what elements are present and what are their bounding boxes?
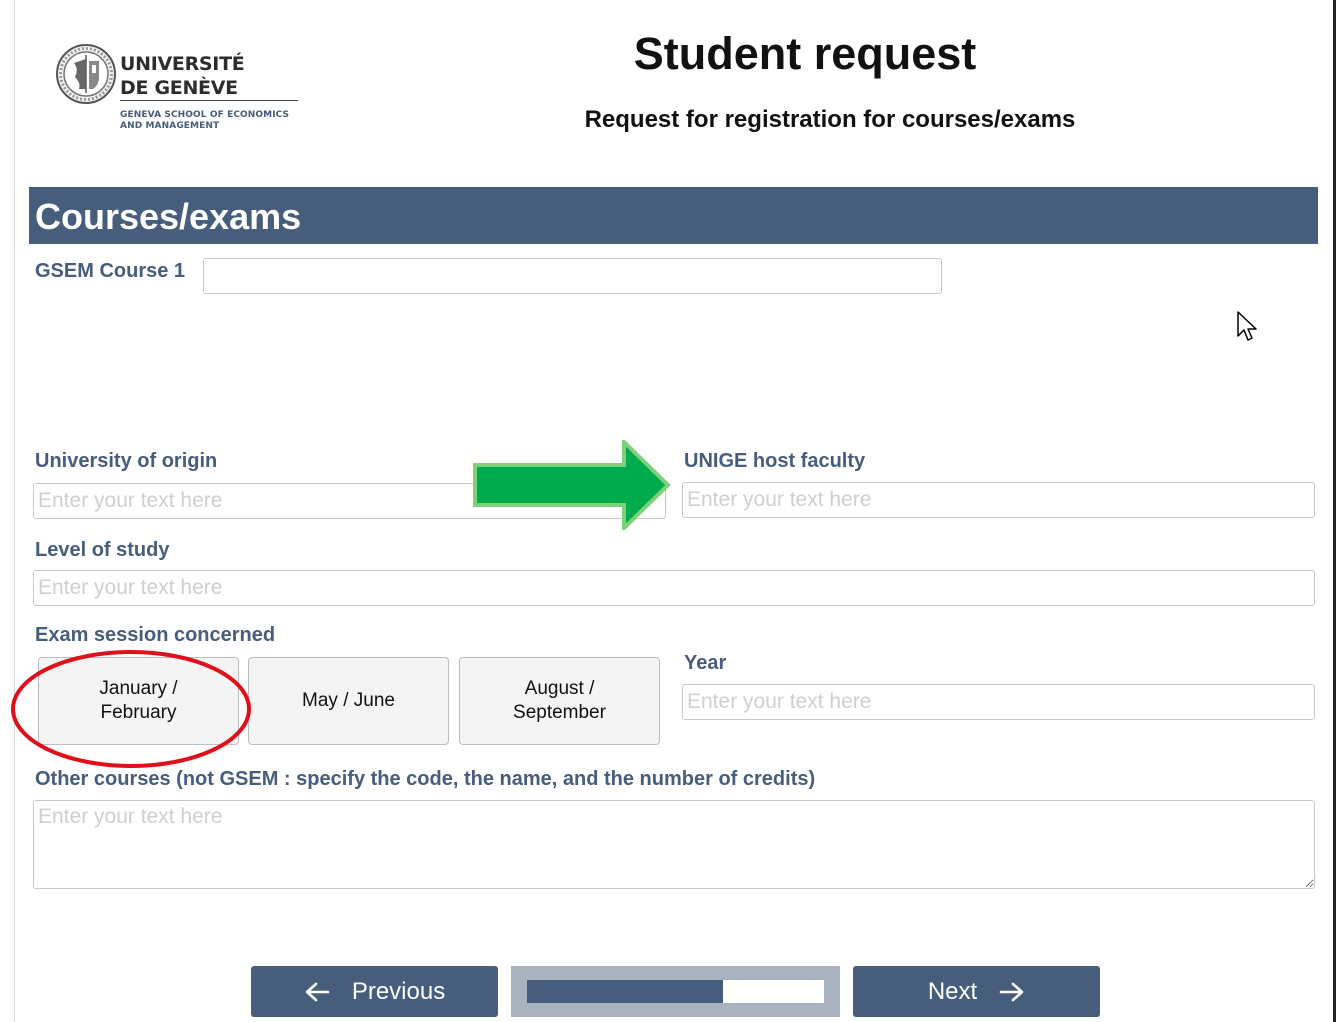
other-courses-textarea[interactable] xyxy=(33,800,1315,889)
previous-button-label: Previous xyxy=(351,977,446,1005)
session-option-august-september[interactable]: August / September xyxy=(459,657,660,745)
gsem-course-1-input[interactable] xyxy=(203,258,942,294)
university-logo: UNIVERSITÉ DE GENÈVE GENEVA SCHOOL OF EC… xyxy=(55,43,305,138)
annotation-arrow-icon xyxy=(473,440,671,530)
logo-divider xyxy=(120,100,298,101)
university-of-origin-label: University of origin xyxy=(35,450,218,472)
gsem-course-1-label: GSEM Course 1 xyxy=(35,260,186,282)
level-of-study-label: Level of study xyxy=(35,539,170,561)
other-courses-label: Other courses (not GSEM : specify the co… xyxy=(35,768,816,790)
section-header: Courses/exams xyxy=(29,187,1318,244)
host-faculty-input[interactable] xyxy=(682,482,1315,518)
previous-button[interactable]: Previous xyxy=(251,966,498,1017)
session-option-may-june[interactable]: May / June xyxy=(248,657,449,745)
mouse-pointer-icon xyxy=(1237,311,1257,341)
level-of-study-input[interactable] xyxy=(33,570,1315,606)
progress-track xyxy=(527,980,824,1003)
host-faculty-label: UNIGE host faculty xyxy=(684,450,866,472)
university-seal-icon xyxy=(56,44,116,104)
year-label: Year xyxy=(684,652,727,674)
annotation-circle-icon xyxy=(11,650,251,768)
progress-bar xyxy=(511,966,840,1017)
arrow-left-icon xyxy=(305,982,330,1001)
section-title: Courses/exams xyxy=(35,196,302,237)
next-button-label: Next xyxy=(927,977,978,1005)
logo-school-name-line2: AND MANAGEMENT xyxy=(120,121,220,131)
window-left-border xyxy=(14,0,15,1022)
arrow-right-icon xyxy=(999,982,1024,1001)
year-input[interactable] xyxy=(682,684,1315,720)
progress-fill xyxy=(527,980,724,1003)
logo-university-city: DE GENÈVE xyxy=(120,77,238,99)
next-button[interactable]: Next xyxy=(853,966,1100,1017)
page-subtitle: Request for registration for courses/exa… xyxy=(584,106,1076,133)
page-title: Student request xyxy=(633,28,977,79)
logo-school-name-line1: GENEVA SCHOOL OF ECONOMICS xyxy=(120,110,290,120)
exam-session-label: Exam session concerned xyxy=(35,624,276,646)
logo-university-name: UNIVERSITÉ xyxy=(120,53,245,75)
